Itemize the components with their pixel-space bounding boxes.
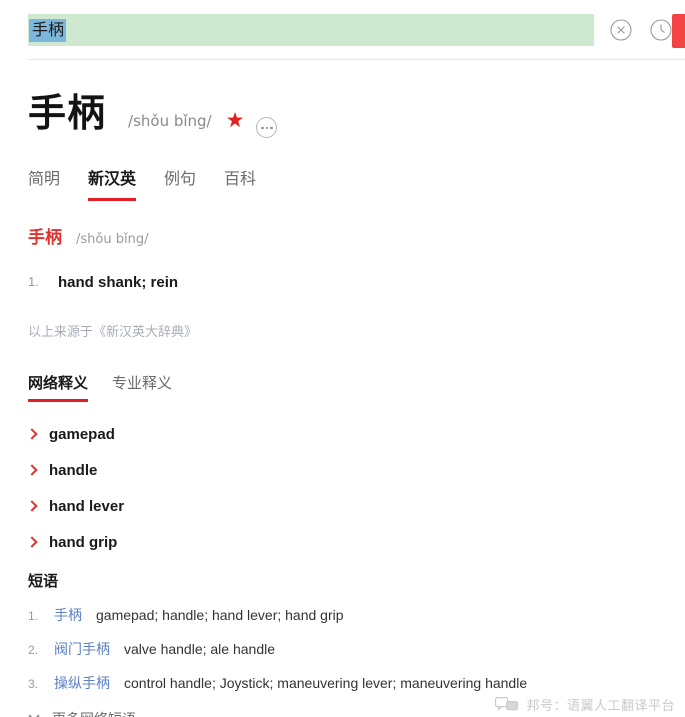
headword-area: 手柄 /shǒu bǐng/ ★ xyxy=(0,60,685,139)
tab-zhuanye-shiyi[interactable]: 专业释义 xyxy=(112,372,172,402)
phrases-section: 短语 1. 手柄 gamepad; handle; hand lever; ha… xyxy=(0,560,685,717)
phrase-definitions: control handle; Joystick; maneuvering le… xyxy=(124,675,528,691)
definition-header: 手柄 /shǒu bǐng/ xyxy=(28,223,685,248)
clear-circle-icon xyxy=(610,19,632,41)
phrase-term-link[interactable]: 阀门手柄 xyxy=(54,639,110,659)
clear-button[interactable] xyxy=(608,17,634,43)
sense-number: 1. xyxy=(28,274,39,289)
page-title: 手柄 xyxy=(28,91,107,135)
tab-jianming[interactable]: 简明 xyxy=(28,165,60,201)
watermark-text: 邦号：语翼人工翻译平台 xyxy=(526,699,675,714)
search-submit-button[interactable] xyxy=(672,14,685,48)
phrase-number: 1. xyxy=(28,609,39,623)
phrase-term-link[interactable]: 操纵手柄 xyxy=(54,673,110,693)
definition-source: 以上来源于《新汉英大辞典》 xyxy=(28,325,198,340)
dot xyxy=(265,126,269,129)
phrase-definitions: valve handle; ale handle xyxy=(124,641,276,657)
list-item[interactable]: handle xyxy=(26,452,685,488)
headword-phonetic: /shǒu bǐng/ xyxy=(128,112,212,130)
sense-text: hand shank; rein xyxy=(58,274,179,291)
chevron-down-icon xyxy=(28,710,40,717)
dot xyxy=(261,126,264,129)
chevron-right-icon xyxy=(26,536,38,548)
phrase-term-link[interactable]: 手柄 xyxy=(54,605,82,625)
chat-bubbles-icon xyxy=(495,697,519,712)
dictionary-tabs: 简明 新汉英 例句 百科 xyxy=(0,161,685,201)
watermark: 邦号：语翼人工翻译平台 xyxy=(495,695,675,714)
web-meaning-label: hand grip xyxy=(49,533,118,551)
tab-baike[interactable]: 百科 xyxy=(224,165,256,201)
web-meaning-label: hand lever xyxy=(49,497,125,515)
chevron-right-icon xyxy=(26,464,38,476)
definition-phonetic: /shǒu bǐng/ xyxy=(76,232,149,247)
web-meaning-list: gamepad handle hand lever hand grip xyxy=(0,402,685,560)
search-bar: 手柄 xyxy=(0,0,685,60)
definition-word: 手柄 xyxy=(28,228,62,248)
phrases-title: 短语 xyxy=(28,572,59,590)
favorite-star-icon[interactable]: ★ xyxy=(226,110,245,131)
list-item[interactable]: gamepad xyxy=(26,416,685,452)
list-item[interactable]: hand grip xyxy=(26,524,685,560)
table-row: 2. 阀门手柄 valve handle; ale handle xyxy=(28,639,685,659)
table-row: 3. 操纵手柄 control handle; Joystick; maneuv… xyxy=(28,673,685,693)
web-meaning-label: handle xyxy=(49,461,98,479)
web-meaning-tabs: 网络释义 专业释义 xyxy=(0,366,685,402)
phrase-number: 3. xyxy=(28,677,39,691)
phrase-definitions: gamepad; handle; hand lever; hand grip xyxy=(96,607,344,623)
more-phrases-label: 更多网络短语 xyxy=(52,709,136,717)
dot xyxy=(270,126,273,129)
tab-wangluo-shiyi[interactable]: 网络释义 xyxy=(28,372,89,402)
search-bar-divider xyxy=(28,59,685,60)
history-clock-icon xyxy=(650,19,672,41)
chevron-right-icon xyxy=(26,428,38,440)
sense-row: 1. hand shank; rein xyxy=(28,274,685,291)
search-input[interactable]: 手柄 xyxy=(28,14,594,46)
table-row: 1. 手柄 gamepad; handle; hand lever; hand … xyxy=(28,605,685,625)
tab-liju[interactable]: 例句 xyxy=(164,165,196,201)
list-item[interactable]: hand lever xyxy=(26,488,685,524)
web-meaning-label: gamepad xyxy=(49,425,115,443)
chevron-right-icon xyxy=(26,500,38,512)
more-options-icon[interactable] xyxy=(256,117,278,139)
phrase-number: 2. xyxy=(28,643,39,657)
tab-xinhanying[interactable]: 新汉英 xyxy=(88,165,137,201)
history-button[interactable] xyxy=(648,17,674,43)
definition-block: 手柄 /shǒu bǐng/ 1. hand shank; rein 以上来源于… xyxy=(0,201,685,340)
search-input-value: 手柄 xyxy=(29,18,67,42)
